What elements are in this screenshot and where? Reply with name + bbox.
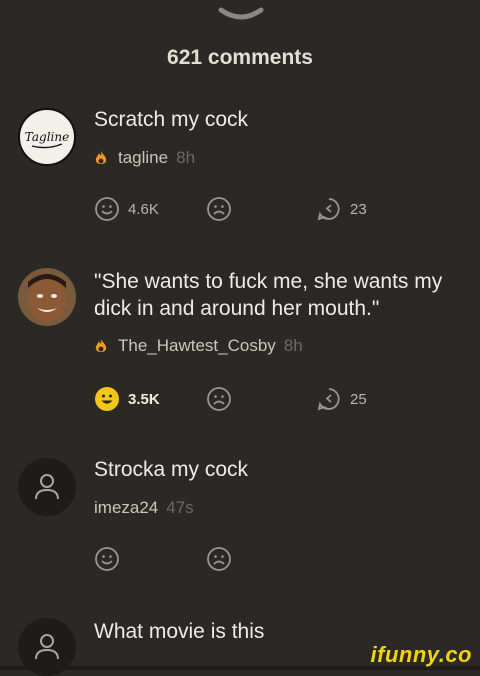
person-photo-icon xyxy=(18,268,76,326)
comment-author[interactable]: tagline xyxy=(118,148,168,168)
comment-text: What movie is this xyxy=(94,620,265,643)
comment-text: Strocka my cock xyxy=(94,458,249,481)
smile-button[interactable]: 3.5K xyxy=(94,386,160,412)
tagline-logo-icon: Tagline xyxy=(23,113,71,161)
smile-button[interactable]: 4.6K xyxy=(94,196,159,222)
reply-button[interactable]: 23 xyxy=(316,196,367,222)
comment-text: Scratch my cock xyxy=(94,108,249,131)
comment-meta: imeza24 47s xyxy=(94,498,194,518)
comment-time: 8h xyxy=(176,148,196,167)
unsmile-button[interactable] xyxy=(206,196,232,222)
reply-icon xyxy=(317,198,340,221)
comments-count-header: 621 comments xyxy=(167,46,313,69)
svg-text:Tagline: Tagline xyxy=(25,130,69,144)
comment-time: 47s xyxy=(166,498,194,517)
reply-icon xyxy=(317,388,340,411)
fire-icon xyxy=(95,339,107,352)
smile-count: 4.6K xyxy=(128,200,159,218)
unsmile-button[interactable] xyxy=(206,386,232,412)
smile-active-icon xyxy=(95,387,119,411)
frown-icon xyxy=(207,547,231,571)
user-placeholder-icon xyxy=(35,474,59,500)
smile-icon xyxy=(95,547,119,571)
comment-author[interactable]: The_Hawtest_Cosby xyxy=(118,336,276,356)
reply-button[interactable]: 25 xyxy=(316,386,367,412)
comment-meta: tagline 8h xyxy=(94,148,195,168)
smile-count: 3.5K xyxy=(128,390,160,408)
reply-count: 25 xyxy=(350,390,367,408)
comment-text: "She wants to fuck me, she wants my dick… xyxy=(94,270,443,320)
avatar[interactable] xyxy=(18,458,76,516)
comment-time: 8h xyxy=(283,336,303,355)
fire-icon xyxy=(95,151,107,164)
avatar[interactable]: Tagline xyxy=(18,108,76,166)
frown-icon xyxy=(207,197,231,221)
comment-author[interactable]: imeza24 xyxy=(94,498,158,518)
watermark: ifunny.co xyxy=(370,642,472,667)
frown-icon xyxy=(207,387,231,411)
reply-count: 23 xyxy=(350,200,367,218)
comment-meta: The_Hawtest_Cosby 8h xyxy=(94,336,303,356)
smile-button[interactable] xyxy=(94,546,120,572)
collapse-chevron-icon[interactable] xyxy=(218,6,264,24)
smile-icon xyxy=(95,197,119,221)
avatar[interactable] xyxy=(18,268,76,326)
unsmile-button[interactable] xyxy=(206,546,232,572)
